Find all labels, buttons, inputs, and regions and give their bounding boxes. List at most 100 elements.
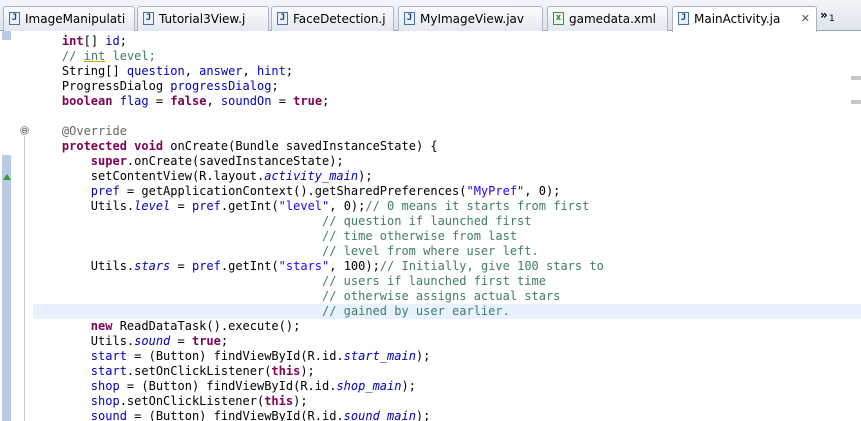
code-token: // — [61, 49, 84, 63]
code-line[interactable]: start = (Button) findViewById(R.id.start… — [33, 349, 861, 364]
code-line[interactable]: // level from where user left. — [33, 244, 861, 259]
editor-tab[interactable]: J MyImageView.jav — [398, 6, 543, 31]
code-line[interactable]: boolean flag = false, soundOn = true; — [33, 94, 861, 109]
code-token: , — [206, 94, 221, 108]
code-token: , — [184, 64, 200, 78]
code-line-text: new ReadDataTask().execute(); — [33, 319, 301, 334]
code-token: = getApplicationContext().getSharedPrefe… — [119, 184, 467, 198]
code-line-text: int[] id; — [33, 34, 127, 49]
code-line[interactable]: sound = (Button) findViewById(R.id.sound… — [33, 409, 861, 421]
close-tab-icon[interactable]: ✕ — [801, 12, 810, 26]
code-line-text: String[] question, answer, hint; — [33, 64, 293, 79]
code-token: = — [148, 94, 171, 108]
editor-tab[interactable]: J FaceDetection.j — [271, 6, 394, 31]
code-line[interactable]: pref = getApplicationContext().getShared… — [33, 184, 861, 199]
code-line[interactable]: setContentView(R.layout.activity_main); — [33, 169, 861, 184]
code-line[interactable]: start.setOnClickListener(this); — [33, 364, 861, 379]
code-token: true — [293, 94, 323, 108]
code-line[interactable]: shop = (Button) findViewById(R.id.shop_m… — [33, 379, 861, 394]
editor-tab[interactable]: J MainActivity.ja ✕ — [672, 6, 817, 32]
code-token: id — [105, 34, 120, 48]
overview-ruler-marker[interactable] — [851, 76, 861, 80]
code-token: onCreate(Bundle savedInstanceState) { — [163, 139, 438, 153]
code-token: flag — [119, 94, 149, 108]
editor-tab-label: FaceDetection.j — [293, 12, 386, 26]
editor-tab[interactable]: x gamedata.xml — [547, 6, 668, 31]
code-token: .getInt( — [220, 199, 279, 213]
code-line[interactable]: ProgressDialog progressDialog; — [33, 79, 861, 94]
editor-tab[interactable]: J Tutorial3View.j — [137, 6, 269, 31]
code-line[interactable]: // question if launched first — [33, 214, 861, 229]
code-token: soundOn — [220, 94, 272, 108]
code-token: Utils. — [33, 259, 135, 273]
code-line[interactable]: new ReadDataTask().execute(); — [33, 319, 861, 334]
tab-overflow-button[interactable]: » 1 — [817, 8, 857, 28]
code-token: "MyPref" — [466, 184, 525, 198]
code-line-text: Utils.sound = true; — [33, 334, 228, 349]
code-line-text: boolean flag = false, soundOn = true; — [33, 94, 329, 109]
code-token: ; — [285, 64, 294, 78]
code-token: = — [271, 94, 294, 108]
code-line[interactable]: // int level; — [33, 49, 861, 64]
code-line[interactable]: @Override — [33, 124, 861, 139]
code-token: , 100); — [329, 259, 380, 273]
code-token: pref — [90, 184, 120, 198]
code-line[interactable]: Utils.stars = pref.getInt("stars", 100);… — [33, 259, 861, 274]
code-token: .setOnClickListener( — [119, 394, 265, 408]
code-token: start — [90, 349, 127, 363]
code-token: false — [170, 94, 207, 108]
code-line[interactable]: super.onCreate(savedInstanceState); — [33, 154, 861, 169]
code-line-text: ProgressDialog progressDialog; — [33, 79, 279, 94]
code-line[interactable]: Utils.sound = true; — [33, 334, 861, 349]
code-line[interactable] — [33, 109, 861, 124]
code-editor[interactable]: int[] id; // int level; String[] questio… — [33, 31, 861, 421]
editor-tab-bar: J ImageManipulati J Tutorial3View.j J FaceDet… — [0, 0, 861, 32]
code-token: stars — [134, 259, 171, 273]
code-token: = (Button) findViewById(R.id. — [126, 349, 344, 363]
current-code-line[interactable]: // gained by user earlier. — [33, 304, 861, 319]
code-line[interactable]: shop.setOnClickListener(this); — [33, 394, 861, 409]
code-token: ReadDataTask().execute(); — [112, 319, 301, 333]
override-indicator-icon[interactable] — [3, 174, 11, 180]
code-line-text: protected void onCreate(Bundle savedInst… — [33, 139, 438, 154]
code-line-text: // users if launched first time — [33, 274, 546, 289]
editor-tab-label: ImageManipulati — [25, 12, 126, 26]
overview-ruler-marker[interactable] — [851, 100, 861, 104]
code-token: ); — [401, 379, 416, 393]
code-line[interactable]: // users if launched first time — [33, 274, 861, 289]
code-line-text: setContentView(R.layout.activity_main); — [33, 169, 373, 184]
collapse-fold-icon[interactable]: ⊖ — [20, 126, 29, 135]
code-token: this — [264, 394, 294, 408]
code-line[interactable]: Utils.level = pref.getInt("level", 0);//… — [33, 199, 861, 214]
code-line-text: pref = getApplicationContext().getShared… — [33, 184, 561, 199]
code-line-text: // time otherwise from last — [33, 229, 517, 244]
code-token: // otherwise assigns actual stars — [321, 289, 561, 303]
code-token: this — [271, 364, 301, 378]
code-token: String[] — [33, 64, 127, 78]
editor-tab[interactable]: J ImageManipulati — [3, 6, 135, 31]
code-line[interactable]: protected void onCreate(Bundle savedInst… — [33, 139, 861, 154]
code-token: shop_main — [336, 379, 402, 393]
code-token: sound — [134, 334, 171, 348]
code-line[interactable]: int[] id; — [33, 34, 861, 49]
code-token: Utils. — [33, 334, 135, 348]
code-token: ); — [415, 409, 431, 421]
code-token: ); — [415, 349, 431, 363]
editor-tab-label: MyImageView.jav — [420, 12, 525, 26]
code-line[interactable]: // otherwise assigns actual stars — [33, 289, 861, 304]
code-line[interactable]: String[] question, answer, hint; — [33, 64, 861, 79]
xml-file-icon: x — [553, 12, 564, 25]
hidden-tab-count: 1 — [829, 14, 835, 24]
code-line[interactable]: // time otherwise from last — [33, 229, 861, 244]
code-token: progressDialog — [170, 79, 272, 93]
